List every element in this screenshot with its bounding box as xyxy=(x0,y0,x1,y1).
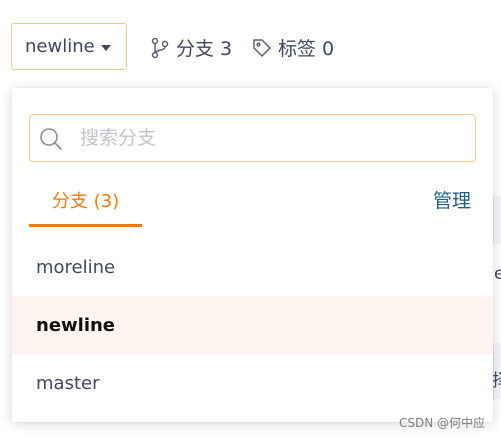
branch-item-master[interactable]: master xyxy=(12,354,493,412)
branch-selector-label: newline xyxy=(25,36,95,57)
branch-item-newline[interactable]: newline xyxy=(12,296,493,354)
tag-icon xyxy=(252,38,272,58)
background-panel-edge xyxy=(493,196,501,244)
branch-search-box[interactable] xyxy=(29,114,476,162)
branch-item-label: master xyxy=(36,372,100,394)
branch-item-label: moreline xyxy=(36,256,116,278)
background-text-fragment: e xyxy=(494,264,501,284)
branch-list: moreline newline master xyxy=(12,238,493,412)
branch-item-moreline[interactable]: moreline xyxy=(12,238,493,296)
branch-dropdown: 分支 (3) 管理 moreline newline master xyxy=(12,88,493,422)
dropdown-tabs: 分支 (3) 管理 xyxy=(12,172,493,227)
tags-count-label: 标签 0 xyxy=(278,38,335,60)
branches-count-link[interactable]: 分支 3 xyxy=(150,34,232,61)
tab-branches-label: 分支 (3) xyxy=(51,190,120,212)
git-branch-icon xyxy=(150,37,170,59)
branches-count-label: 分支 3 xyxy=(176,38,233,60)
search-icon xyxy=(39,127,63,155)
branch-selector-button[interactable]: newline xyxy=(11,23,127,70)
manage-branches-link[interactable]: 管理 xyxy=(433,172,471,227)
tab-branches[interactable]: 分支 (3) xyxy=(29,172,142,227)
background-text-fragment-2: 择 xyxy=(492,371,501,391)
branch-item-label: newline xyxy=(36,314,116,336)
active-tab-indicator xyxy=(29,224,142,227)
tags-count-link[interactable]: 标签 0 xyxy=(252,34,334,61)
branch-search-input[interactable] xyxy=(80,118,460,158)
watermark: CSDN @何中应 xyxy=(398,416,485,430)
caret-down-icon xyxy=(100,44,111,51)
